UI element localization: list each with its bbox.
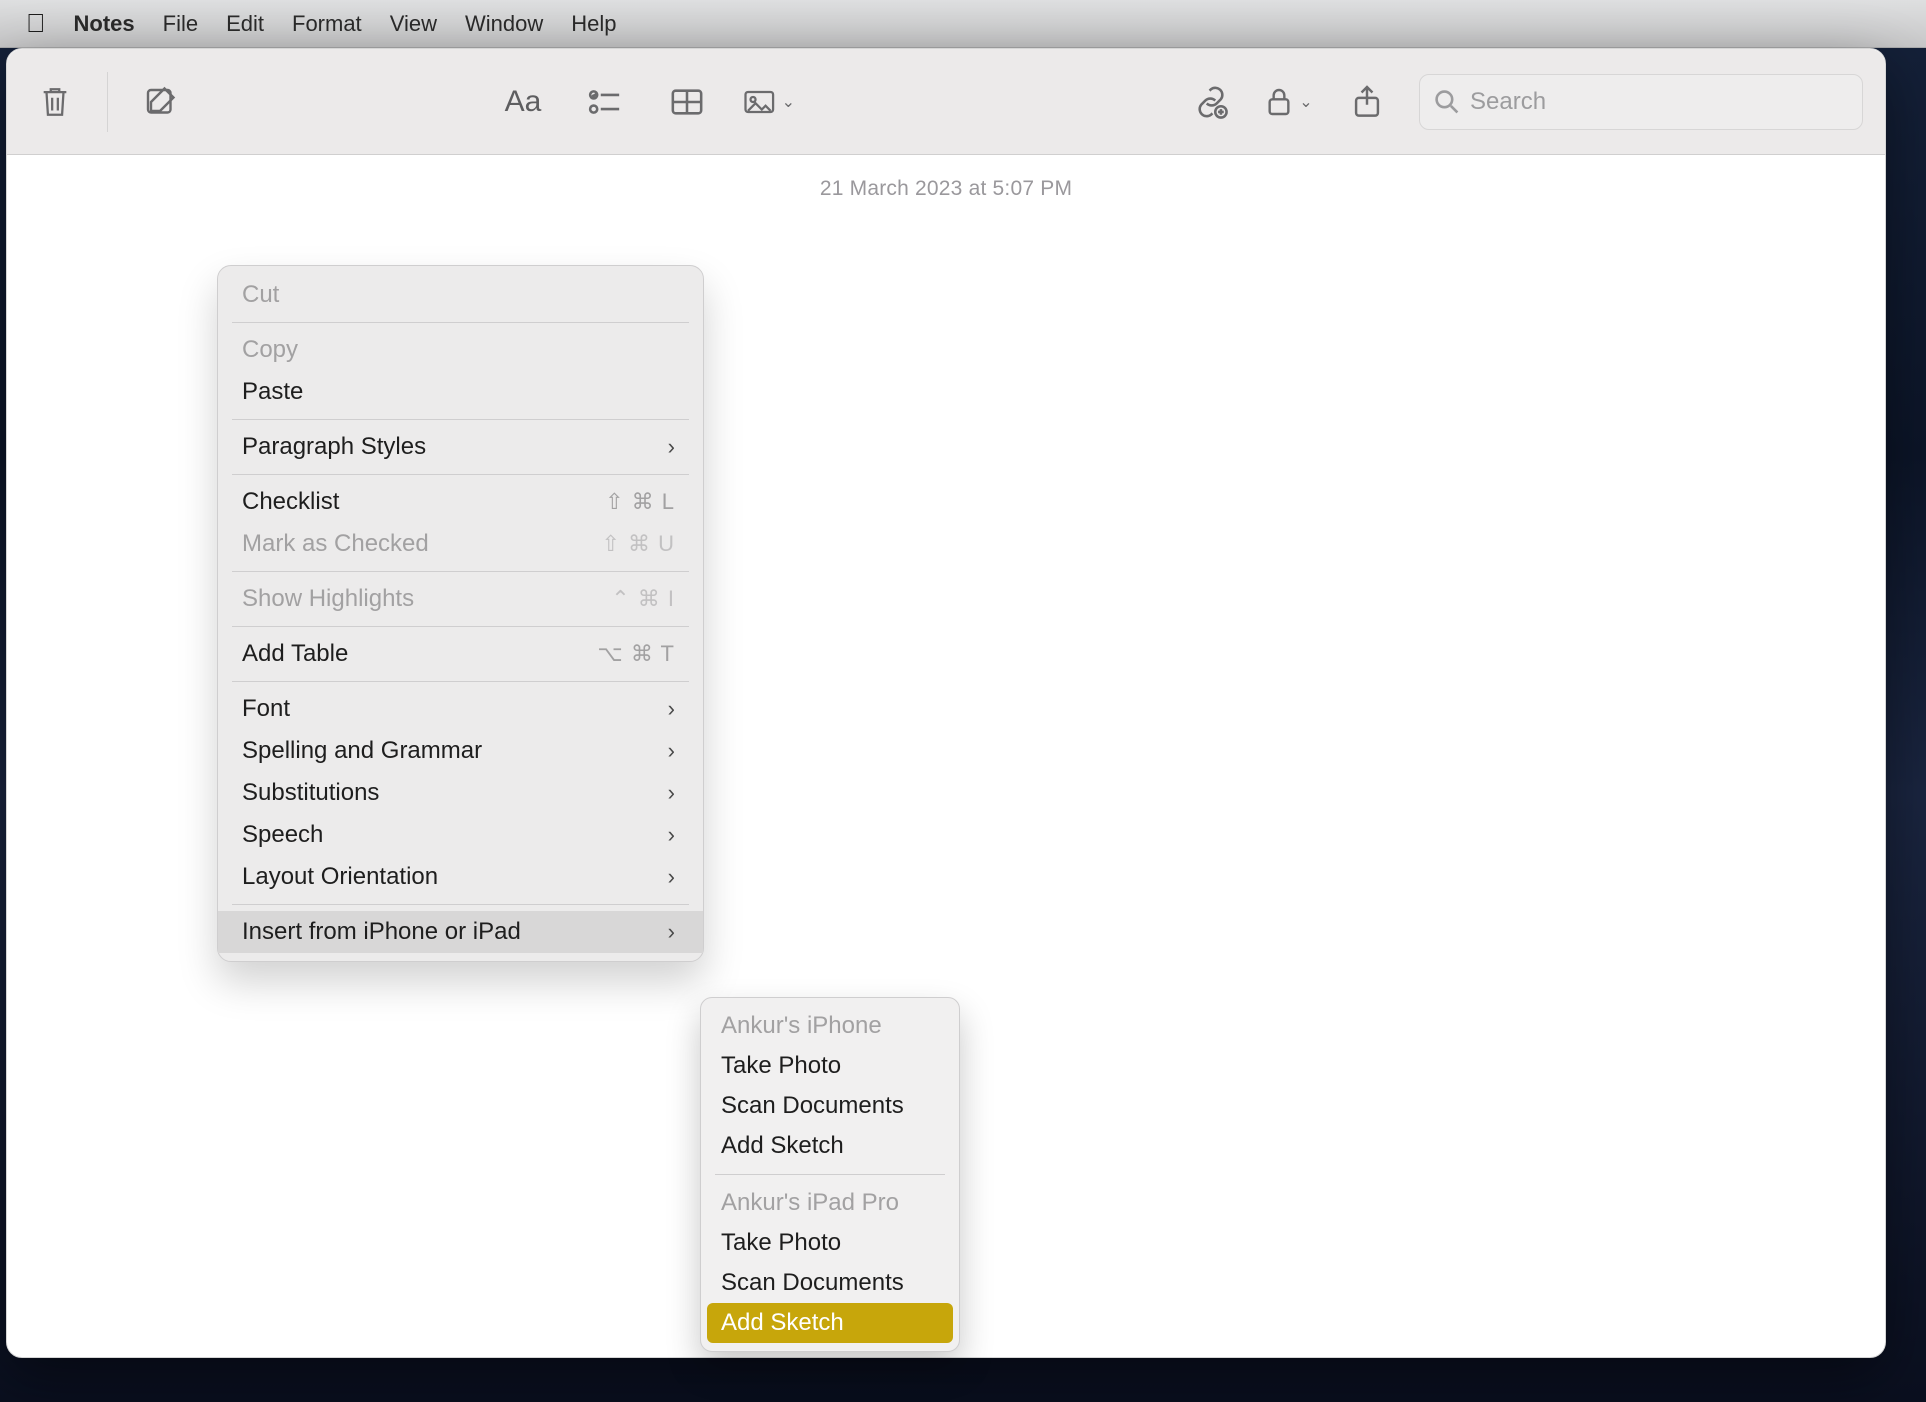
ctx-add-table[interactable]: Add Table⌥ ⌘ T <box>218 633 703 675</box>
ctx-checklist[interactable]: Checklist⇧ ⌘ L <box>218 481 703 523</box>
table-button[interactable] <box>661 76 713 128</box>
submenu-device-iphone-header: Ankur's iPhone <box>701 1006 959 1046</box>
submenu-iphone-scan-documents[interactable]: Scan Documents <box>701 1086 959 1126</box>
ctx-substitutions[interactable]: Substitutions› <box>218 772 703 814</box>
ctx-layout-orientation[interactable]: Layout Orientation› <box>218 856 703 898</box>
ctx-separator <box>232 626 689 627</box>
chevron-down-icon: ⌄ <box>1299 92 1312 112</box>
ctx-separator <box>232 571 689 572</box>
chevron-right-icon: › <box>668 822 675 848</box>
chevron-right-icon: › <box>668 864 675 890</box>
ctx-spelling-grammar[interactable]: Spelling and Grammar› <box>218 730 703 772</box>
ctx-separator <box>232 474 689 475</box>
submenu-device-ipad-header: Ankur's iPad Pro <box>701 1183 959 1223</box>
search-icon <box>1434 89 1460 115</box>
ctx-speech[interactable]: Speech› <box>218 814 703 856</box>
ctx-paragraph-styles[interactable]: Paragraph Styles› <box>218 426 703 468</box>
media-button[interactable]: ⌄ <box>743 76 795 128</box>
apple-menu-icon[interactable]:  <box>26 8 46 39</box>
app-menu[interactable]: Notes <box>74 11 135 37</box>
search-placeholder: Search <box>1470 88 1546 116</box>
submenu-iphone-add-sketch[interactable]: Add Sketch <box>701 1126 959 1166</box>
chevron-down-icon: ⌄ <box>782 92 795 112</box>
toolbar-divider <box>107 72 108 132</box>
submenu-ipad-scan-documents[interactable]: Scan Documents <box>701 1263 959 1303</box>
ctx-separator <box>232 904 689 905</box>
menu-edit[interactable]: Edit <box>226 11 264 37</box>
format-text-button[interactable]: Aa <box>497 76 549 128</box>
menu-file[interactable]: File <box>163 11 198 37</box>
chevron-right-icon: › <box>668 780 675 806</box>
share-button[interactable] <box>1341 76 1393 128</box>
submenu-iphone-take-photo[interactable]: Take Photo <box>701 1046 959 1086</box>
chevron-right-icon: › <box>668 738 675 764</box>
submenu-ipad-add-sketch[interactable]: Add Sketch <box>707 1303 953 1343</box>
context-menu: Cut Copy Paste Paragraph Styles› Checkli… <box>217 265 704 962</box>
checklist-button[interactable] <box>579 76 631 128</box>
note-timestamp: 21 March 2023 at 5:07 PM <box>7 177 1885 201</box>
notes-window: Aa ⌄ <box>6 48 1886 1358</box>
link-button[interactable] <box>1185 76 1237 128</box>
ctx-paste[interactable]: Paste <box>218 371 703 413</box>
ctx-font[interactable]: Font› <box>218 688 703 730</box>
ctx-separator <box>232 681 689 682</box>
menu-window[interactable]: Window <box>465 11 543 37</box>
chevron-right-icon: › <box>668 696 675 722</box>
new-note-button[interactable] <box>134 76 186 128</box>
submenu-ipad-take-photo[interactable]: Take Photo <box>701 1223 959 1263</box>
delete-button[interactable] <box>29 76 81 128</box>
toolbar: Aa ⌄ <box>7 49 1885 155</box>
menubar:  Notes File Edit Format View Window Hel… <box>0 0 1926 48</box>
insert-from-submenu: Ankur's iPhone Take Photo Scan Documents… <box>700 997 960 1352</box>
ctx-separator <box>232 419 689 420</box>
chevron-right-icon: › <box>668 919 675 945</box>
ctx-copy: Copy <box>218 329 703 371</box>
submenu-separator <box>715 1174 945 1175</box>
menu-format[interactable]: Format <box>292 11 362 37</box>
chevron-right-icon: › <box>668 434 675 460</box>
ctx-separator <box>232 322 689 323</box>
lock-button[interactable]: ⌄ <box>1263 76 1315 128</box>
menu-view[interactable]: View <box>390 11 437 37</box>
ctx-cut: Cut <box>218 274 703 316</box>
ctx-mark-as-checked: Mark as Checked⇧ ⌘ U <box>218 523 703 565</box>
ctx-show-highlights: Show Highlights⌃ ⌘ I <box>218 578 703 620</box>
menu-help[interactable]: Help <box>571 11 616 37</box>
ctx-insert-from-iphone-ipad[interactable]: Insert from iPhone or iPad› <box>218 911 703 953</box>
search-input[interactable]: Search <box>1419 74 1863 130</box>
